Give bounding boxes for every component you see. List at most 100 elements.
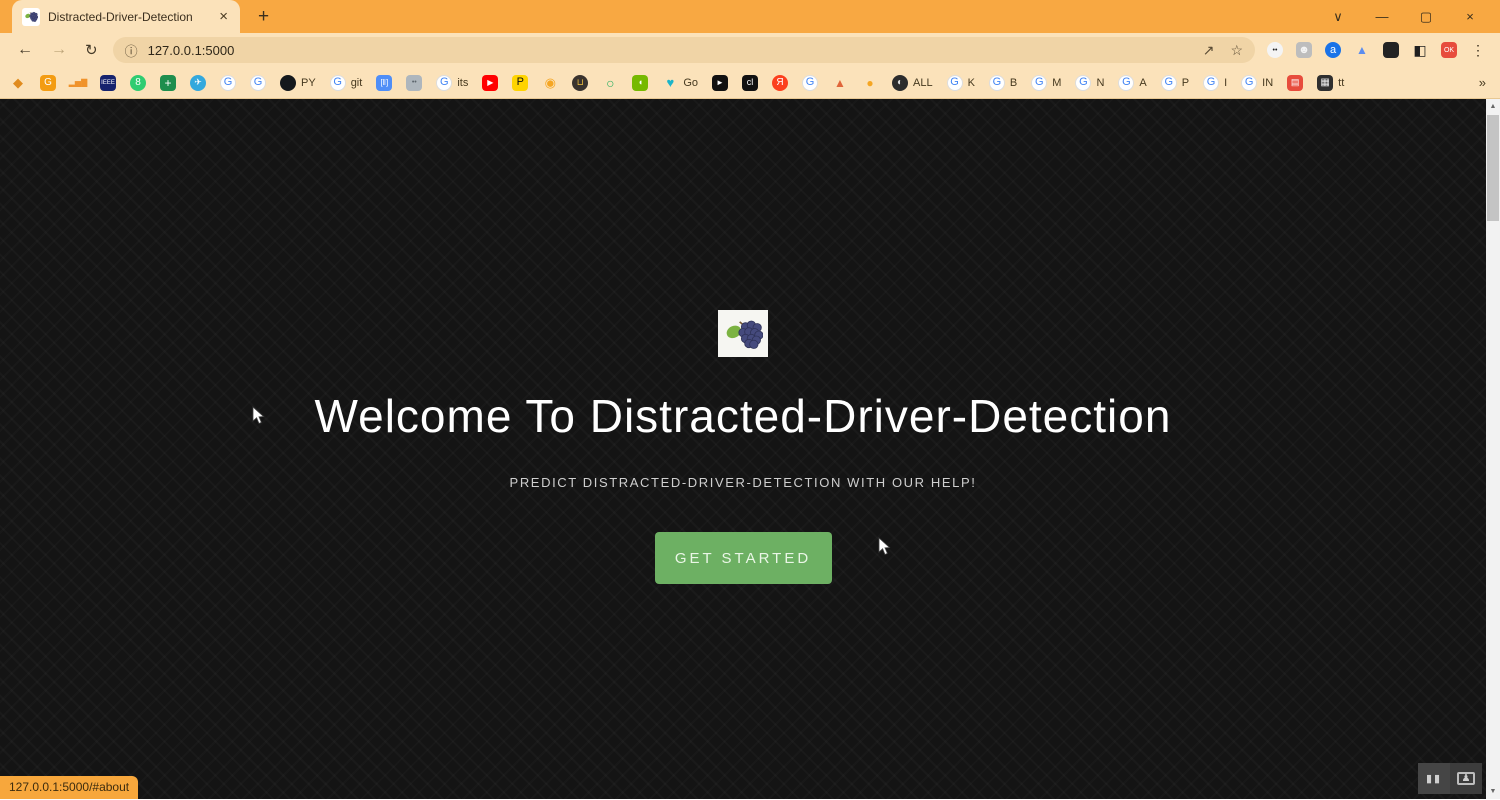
- bookmark-item[interactable]: PY: [280, 74, 316, 91]
- minimize-icon[interactable]: —: [1360, 9, 1404, 24]
- back-icon[interactable]: ←: [17, 42, 33, 58]
- blob-icon[interactable]: ●: [862, 75, 878, 91]
- bookmark-item[interactable]: ◆: [10, 75, 26, 91]
- bookmark-item[interactable]: G: [250, 74, 266, 91]
- close-icon[interactable]: ×: [1448, 9, 1492, 24]
- bookmark-item[interactable]: GM: [1031, 74, 1061, 91]
- okcr-icon[interactable]: OK: [1441, 42, 1457, 58]
- bookmark-item[interactable]: GB: [988, 74, 1017, 91]
- analytics-bars-icon[interactable]: ▂▅▇: [69, 75, 87, 91]
- bookmark-item[interactable]: Ggit: [329, 74, 362, 91]
- google-icon[interactable]: G: [1160, 74, 1177, 91]
- bookmark-item[interactable]: ►: [712, 74, 728, 91]
- bookmark-item[interactable]: ◖: [632, 74, 649, 91]
- bookmark-item[interactable]: G IN: [1241, 74, 1273, 91]
- bookmark-item[interactable]: GN: [1075, 74, 1104, 91]
- bookmark-item[interactable]: ○: [602, 75, 618, 91]
- a-badge-icon[interactable]: a: [1325, 42, 1341, 58]
- nvidia-icon[interactable]: ◖: [632, 74, 649, 91]
- cart-icon[interactable]: ⊔: [572, 74, 589, 91]
- google-icon[interactable]: G: [250, 74, 266, 91]
- get-started-button[interactable]: GET STARTED: [654, 532, 832, 584]
- bookmark-item[interactable]: ▲: [832, 75, 848, 91]
- bookmark-item[interactable]: cl: [742, 74, 758, 91]
- bookmark-item[interactable]: G: [220, 74, 236, 91]
- google-icon[interactable]: G: [802, 74, 818, 91]
- scroll-up-icon[interactable]: ▲: [1486, 99, 1500, 114]
- bookmark-item[interactable]: +: [160, 74, 176, 91]
- address-bar[interactable]: ⓘ 127.0.0.1:5000 ↗ ☆: [112, 37, 1255, 63]
- bookmark-item[interactable]: Я: [772, 74, 788, 91]
- bookmark-item[interactable]: ✈: [190, 74, 206, 91]
- bookmark-item[interactable]: GP: [1160, 74, 1189, 91]
- bookmark-item[interactable]: G: [802, 74, 818, 91]
- google-icon[interactable]: G: [436, 74, 453, 91]
- maximize-icon[interactable]: ▢: [1404, 9, 1448, 25]
- google-icon[interactable]: G: [946, 74, 963, 91]
- panda-icon[interactable]: ••: [1267, 42, 1283, 58]
- pip-button[interactable]: ♟: [1450, 763, 1482, 794]
- bookmark-item[interactable]: GI: [1203, 74, 1227, 91]
- diamond-icon[interactable]: ◆: [10, 75, 26, 91]
- forward-icon[interactable]: →: [51, 42, 67, 58]
- bot-icon[interactable]: ••: [406, 74, 423, 91]
- matlab-icon[interactable]: ▲: [832, 75, 848, 91]
- bookmark-item[interactable]: 8: [130, 74, 146, 91]
- bookmark-item[interactable]: Gits: [436, 74, 468, 91]
- cursor-app-icon[interactable]: ►: [712, 74, 728, 91]
- sidebar-toggle-icon[interactable]: ◧: [1412, 42, 1428, 58]
- gi-app-icon[interactable]: G: [40, 74, 56, 91]
- bookmark-item[interactable]: ▶: [482, 74, 499, 91]
- bookmark-item[interactable]: P: [512, 74, 529, 91]
- sheets-plus-icon[interactable]: +: [160, 74, 176, 91]
- ieee-icon[interactable]: IEEE: [100, 74, 116, 91]
- pause-button[interactable]: ▮▮: [1418, 763, 1450, 794]
- google-icon[interactable]: G: [1203, 74, 1220, 91]
- menu-dots-icon[interactable]: ⋮: [1470, 42, 1486, 58]
- peaks-icon[interactable]: ▲: [1354, 42, 1370, 58]
- green-8-icon[interactable]: 8: [130, 74, 146, 91]
- person-avatar-icon[interactable]: ☻: [1296, 42, 1312, 58]
- bookmark-item[interactable]: IEEE: [100, 74, 116, 91]
- bookmark-item[interactable]: ◉: [542, 75, 558, 91]
- google-icon[interactable]: G: [1118, 74, 1135, 91]
- new-tab-button[interactable]: +: [258, 6, 269, 33]
- share-icon[interactable]: ↗: [1203, 42, 1215, 59]
- telegram-icon[interactable]: ✈: [190, 74, 206, 91]
- menu-chevron-icon[interactable]: ∨: [1316, 9, 1360, 25]
- ring-icon[interactable]: ○: [602, 75, 618, 91]
- bookmark-item[interactable]: ▂▅▇: [69, 75, 87, 91]
- scrollbar[interactable]: ▲ ▼: [1486, 99, 1500, 799]
- godaddy-icon[interactable]: ♥: [662, 75, 678, 91]
- bookmark-item[interactable]: ⊔: [572, 74, 589, 91]
- red-app-icon[interactable]: ▤: [1287, 74, 1304, 91]
- github-icon[interactable]: [280, 74, 296, 91]
- bookmark-item[interactable]: ●: [862, 75, 878, 91]
- scroll-down-icon[interactable]: ▼: [1486, 784, 1500, 799]
- tab-close-icon[interactable]: ×: [215, 8, 232, 25]
- bookmark-item[interactable]: ♥ Go: [662, 75, 698, 91]
- bookmark-item[interactable]: ▤: [1287, 74, 1304, 91]
- google-icon[interactable]: G: [329, 74, 346, 91]
- globe-icon[interactable]: ◐: [892, 74, 908, 91]
- google-icon[interactable]: G: [988, 74, 1005, 91]
- bookmark-star-icon[interactable]: ☆: [1230, 42, 1243, 59]
- scrollbar-thumb[interactable]: [1487, 115, 1499, 221]
- camera-icon[interactable]: ◉: [542, 75, 558, 91]
- bookmark-item[interactable]: GA: [1118, 74, 1147, 91]
- url-text[interactable]: 127.0.0.1:5000: [148, 43, 1203, 58]
- google-icon[interactable]: G: [1241, 74, 1258, 91]
- google-icon[interactable]: G: [1075, 74, 1092, 91]
- extensions-puzzle-icon[interactable]: [1383, 42, 1399, 58]
- bookmark-item[interactable]: ◐ ALL: [892, 74, 933, 91]
- yandex-icon[interactable]: Я: [772, 74, 788, 91]
- bookmark-item[interactable]: ••: [406, 74, 423, 91]
- bookmark-item[interactable]: G: [40, 74, 56, 91]
- brackets-icon[interactable]: [‖]: [376, 74, 393, 91]
- youtube-icon[interactable]: ▶: [482, 74, 499, 91]
- google-icon[interactable]: G: [1031, 74, 1048, 91]
- site-info-icon[interactable]: ⓘ: [125, 41, 138, 60]
- google-icon[interactable]: G: [220, 74, 236, 91]
- bookmark-item[interactable]: [‖]: [376, 74, 393, 91]
- browser-tab[interactable]: Distracted-Driver-Detection ×: [12, 0, 240, 33]
